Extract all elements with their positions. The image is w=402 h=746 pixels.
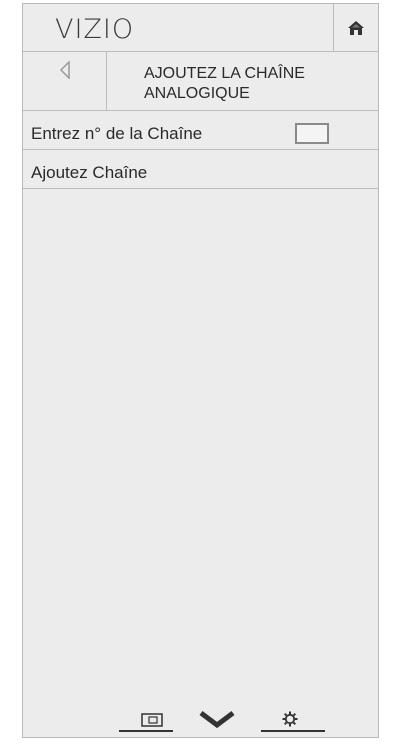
page-title-line2: ANALOGIQUE xyxy=(144,85,250,102)
footer-underline-left xyxy=(119,730,173,732)
panel-subheader: AJOUTEZ LA CHAÎNE ANALOGIQUE xyxy=(23,52,378,111)
home-button[interactable] xyxy=(333,4,378,52)
menu-item-add-channel[interactable]: Ajoutez Chaîne xyxy=(23,157,378,189)
input-icon[interactable] xyxy=(141,713,163,727)
vizio-v-icon[interactable] xyxy=(199,710,235,732)
menu-item-label: Entrez n° de la Chaîne xyxy=(31,124,203,143)
settings-panel: VIZIO AJOUTEZ LA CHAÎNE ANALOGIQUE Entre… xyxy=(22,3,379,738)
channel-number-input[interactable] xyxy=(295,123,329,144)
panel-header: VIZIO xyxy=(23,4,378,52)
back-button[interactable] xyxy=(23,52,107,110)
page-title: AJOUTEZ LA CHAÎNE ANALOGIQUE xyxy=(144,64,364,104)
page-title-line1: AJOUTEZ LA CHAÎNE xyxy=(144,65,305,82)
menu-item-enter-channel[interactable]: Entrez n° de la Chaîne xyxy=(23,118,378,150)
back-arrow-icon xyxy=(59,61,70,79)
vizio-logo: VIZIO xyxy=(55,14,135,45)
settings-gear-icon[interactable] xyxy=(282,711,298,727)
footer-nav xyxy=(119,704,329,734)
home-icon xyxy=(348,21,364,35)
footer-underline-right xyxy=(261,730,325,732)
menu-item-label: Ajoutez Chaîne xyxy=(31,163,148,182)
